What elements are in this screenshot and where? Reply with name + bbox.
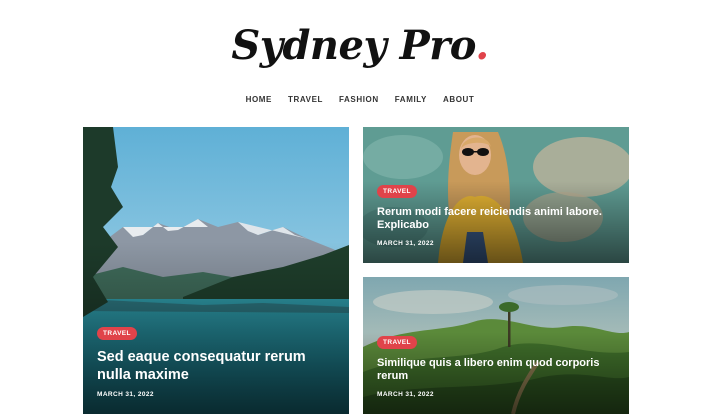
nav-item-family[interactable]: FAMILY xyxy=(395,95,427,104)
logo-text: Sydney Pro xyxy=(231,22,476,69)
nav-item-travel[interactable]: TRAVEL xyxy=(288,95,323,104)
post-content: TRAVEL Similique quis a libero enim quod… xyxy=(377,331,615,398)
post-date: MARCH 31, 2022 xyxy=(97,391,154,398)
post-content: TRAVEL Sed eaque consequatur rerum nulla… xyxy=(97,322,335,398)
nav-item-fashion[interactable]: FASHION xyxy=(339,95,379,104)
category-badge[interactable]: TRAVEL xyxy=(97,326,137,340)
category-badge[interactable]: TRAVEL xyxy=(377,335,417,349)
post-title[interactable]: Similique quis a libero enim quod corpor… xyxy=(377,357,615,385)
post-card[interactable]: TRAVEL Similique quis a libero enim quod… xyxy=(363,277,629,414)
logo-dot: . xyxy=(475,22,489,69)
main-nav: HOME TRAVEL FASHION FAMILY ABOUT xyxy=(0,95,720,104)
nav-item-about[interactable]: ABOUT xyxy=(443,95,474,104)
nav-item-home[interactable]: HOME xyxy=(246,95,272,104)
post-title[interactable]: Sed eaque consequatur rerum nulla maxime xyxy=(97,348,335,384)
post-title[interactable]: Rerum modi facere reiciendis animi labor… xyxy=(377,206,615,234)
post-content: TRAVEL Rerum modi facere reiciendis anim… xyxy=(377,180,615,247)
site-logo[interactable]: Sydney Pro. xyxy=(0,22,720,69)
category-badge[interactable]: TRAVEL xyxy=(377,184,417,198)
post-card-featured[interactable]: TRAVEL Sed eaque consequatur rerum nulla… xyxy=(83,127,349,414)
post-date: MARCH 31, 2022 xyxy=(377,240,434,247)
post-card[interactable]: TRAVEL Rerum modi facere reiciendis anim… xyxy=(363,127,629,263)
post-date: MARCH 31, 2022 xyxy=(377,391,434,398)
